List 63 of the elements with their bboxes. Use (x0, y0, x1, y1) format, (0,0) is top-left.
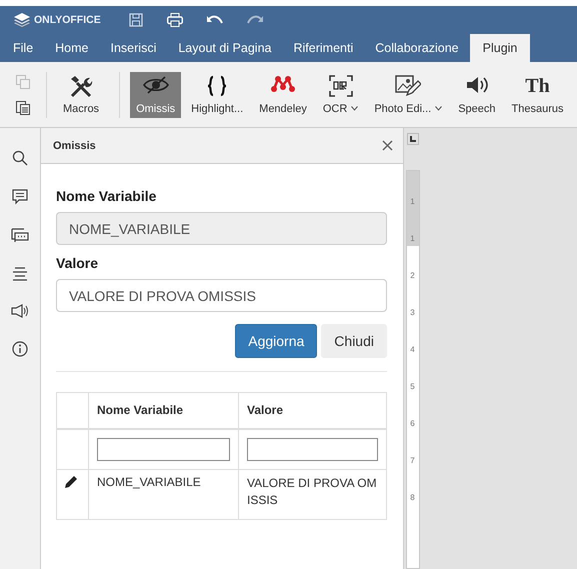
panel-title: Omissis (53, 140, 96, 152)
ruler-number: 8 (410, 493, 415, 503)
hidden-eye-icon (142, 74, 169, 94)
network-logo-icon (271, 74, 295, 92)
redo-icon[interactable] (246, 14, 263, 26)
ruler-number: 3 (410, 308, 415, 318)
picture-pencil-icon (395, 74, 422, 96)
thesaurus-icon: Th (525, 74, 550, 96)
menu-tab[interactable]: Riferimenti (282, 34, 364, 62)
logo-text: ONLYOFFICE (34, 14, 101, 26)
caret-icon (351, 106, 358, 111)
macros-button[interactable]: Macros (57, 72, 106, 118)
close-icon[interactable] (382, 140, 393, 151)
save-icon[interactable] (128, 13, 143, 27)
thesaurus-button[interactable]: Th Thesaurus (506, 72, 570, 118)
column-header: Nome Variabile (88, 392, 238, 429)
input-field[interactable]: VALORE DI PROVA OMISSIS (56, 279, 387, 312)
table-cell: VALORE DI PROVA OMISSIS (238, 470, 386, 520)
speaker-icon (464, 74, 489, 94)
close-button[interactable]: Chiudi (321, 324, 387, 358)
search-icon[interactable] (12, 150, 28, 166)
tab-stop-icon (410, 136, 416, 142)
info-icon[interactable] (12, 341, 28, 357)
highlight-button[interactable]: Highlight... (185, 72, 250, 118)
field-label: Valore (56, 255, 100, 271)
speech-button[interactable]: Speech (452, 72, 502, 118)
tools-icon (69, 74, 94, 98)
ruler-number: 4 (410, 345, 415, 355)
megaphone-icon[interactable] (11, 304, 29, 318)
mendeley-button[interactable]: Mendeley (253, 72, 313, 118)
align-center-icon[interactable] (12, 267, 28, 281)
ruler-number: 6 (410, 419, 415, 429)
undo-icon[interactable] (206, 14, 223, 26)
table-cell: NOME_VARIABILE (88, 470, 238, 520)
layers-icon (14, 13, 30, 27)
comment-icon[interactable] (12, 189, 28, 205)
scan-icon (328, 74, 353, 96)
ocr-button[interactable]: OCR (316, 72, 364, 118)
ruler-number: 7 (410, 456, 415, 466)
ruler-number: 1 (410, 234, 415, 244)
menu-tab[interactable]: Collaborazione (364, 34, 470, 62)
ruler-number: 1 (410, 197, 415, 207)
menu-tab[interactable]: Layout di Pagina (167, 34, 282, 62)
print-icon[interactable] (166, 13, 183, 27)
photo-button[interactable]: Photo Edi... (368, 72, 448, 118)
paste-icon[interactable] (16, 98, 30, 114)
column-header: Valore (238, 392, 386, 429)
menu-tab[interactable]: Inserisci (100, 34, 168, 62)
braces-icon (206, 74, 228, 96)
filter-field[interactable] (247, 438, 378, 461)
chat-icon[interactable] (11, 228, 29, 244)
filter-field[interactable] (97, 438, 230, 461)
update-button[interactable]: Aggiorna (235, 324, 318, 358)
omissis-button[interactable]: Omissis (130, 72, 182, 118)
caret-icon (435, 106, 442, 111)
field-label: Nome Variabile (56, 188, 158, 204)
tab-stop-button[interactable] (406, 133, 418, 145)
pencil-icon[interactable] (65, 475, 78, 488)
ruler-number: 2 (410, 271, 415, 281)
menu-tab[interactable]: Home (44, 34, 100, 62)
menu-tab[interactable]: Plugin (470, 34, 530, 62)
ruler-number: 5 (410, 382, 415, 392)
menu-tab[interactable]: File (2, 34, 44, 62)
